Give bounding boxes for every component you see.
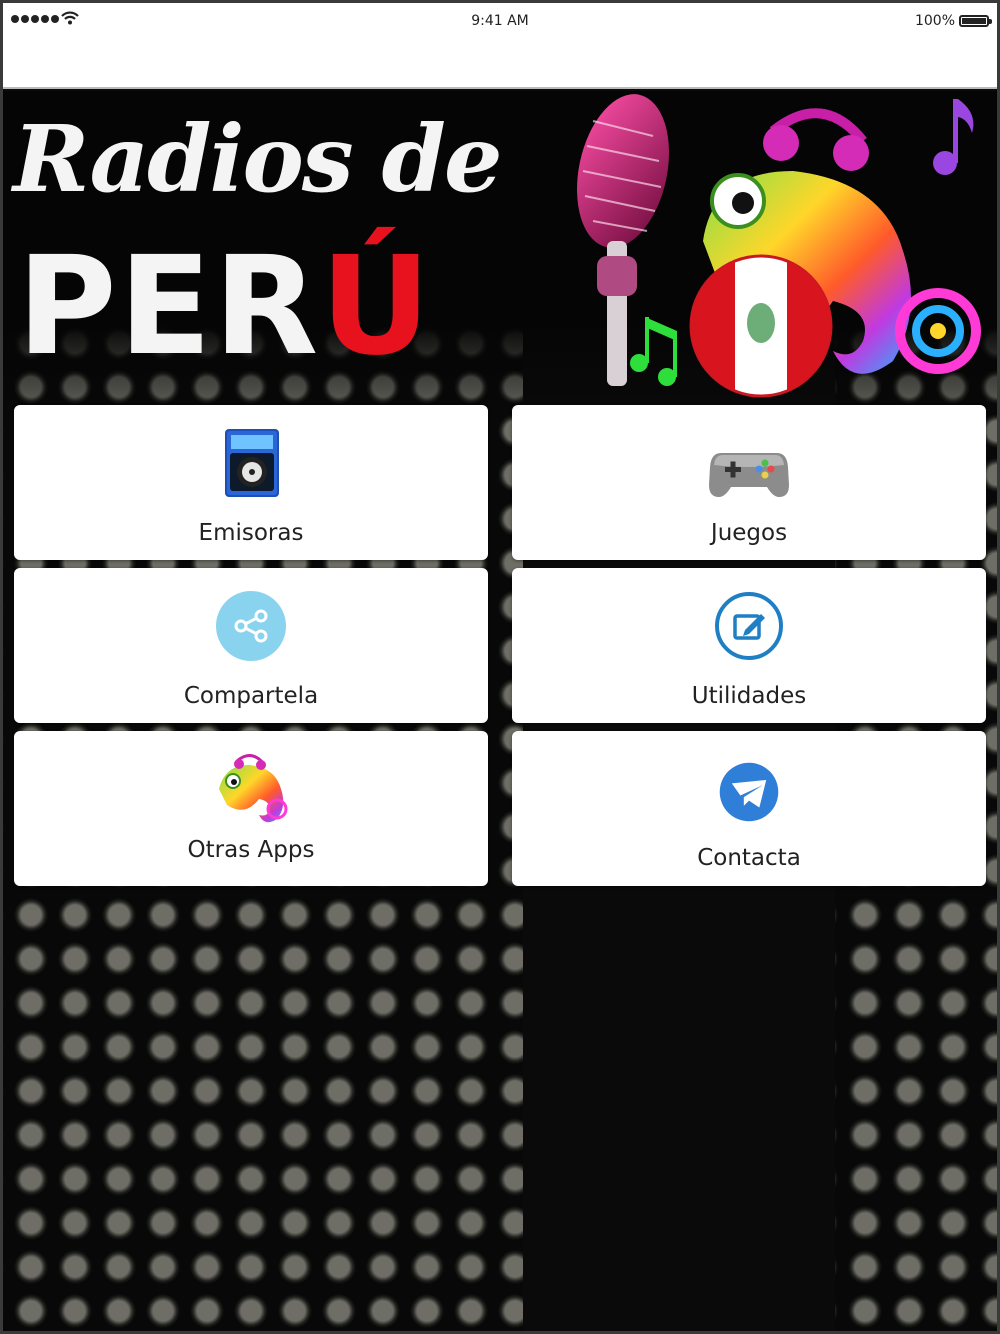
menu-otras-apps-label: Otras Apps [187, 837, 315, 863]
share-icon [216, 591, 286, 661]
menu-utilidades-label: Utilidades [691, 683, 807, 709]
gamepad-icon [709, 453, 789, 497]
main-content: Radios de PERÚ Emisoras Juegos Compartel… [3, 91, 997, 1331]
peru-flag-badge [689, 254, 833, 398]
chameleon-icon [219, 754, 288, 823]
banner-illustration [577, 94, 981, 398]
header-banner: Radios de PERÚ [3, 91, 997, 405]
menu-emisoras-label: Emisoras [198, 520, 304, 546]
menu-otras-apps-button[interactable]: Otras Apps [14, 731, 488, 886]
mail-icon [719, 762, 779, 822]
menu-juegos-button[interactable]: Juegos [512, 405, 986, 560]
status-bar: 9:41 AM 100% [3, 3, 997, 89]
banner-title-line2: PERÚ [17, 239, 433, 375]
status-time: 9:41 AM [471, 13, 529, 29]
menu-compartela-label: Compartela [183, 683, 319, 709]
menu-contacta-label: Contacta [697, 845, 801, 871]
music-note-green-icon [630, 317, 677, 386]
banner-title-red: Ú [320, 228, 433, 386]
menu-emisoras-button[interactable]: Emisoras [14, 405, 488, 560]
menu-compartela-button[interactable]: Compartela [14, 568, 488, 723]
menu-contacta-button[interactable]: Contacta [512, 731, 986, 886]
radio-icon [225, 429, 279, 497]
banner-title-white: PER [17, 228, 321, 386]
battery-percent: 100% [914, 13, 955, 29]
banner-title-line1: Radios de [13, 105, 503, 213]
device-frame: 9:41 AM 100% Radios de PERÚ Emisoras Jue… [0, 0, 1000, 1334]
microphone-icon [577, 94, 669, 386]
menu-utilidades-button[interactable]: Utilidades [512, 568, 986, 723]
menu-juegos-label: Juegos [710, 520, 788, 546]
edit-icon [715, 592, 783, 660]
battery-icon [959, 15, 992, 27]
music-note-purple-icon [933, 99, 974, 175]
